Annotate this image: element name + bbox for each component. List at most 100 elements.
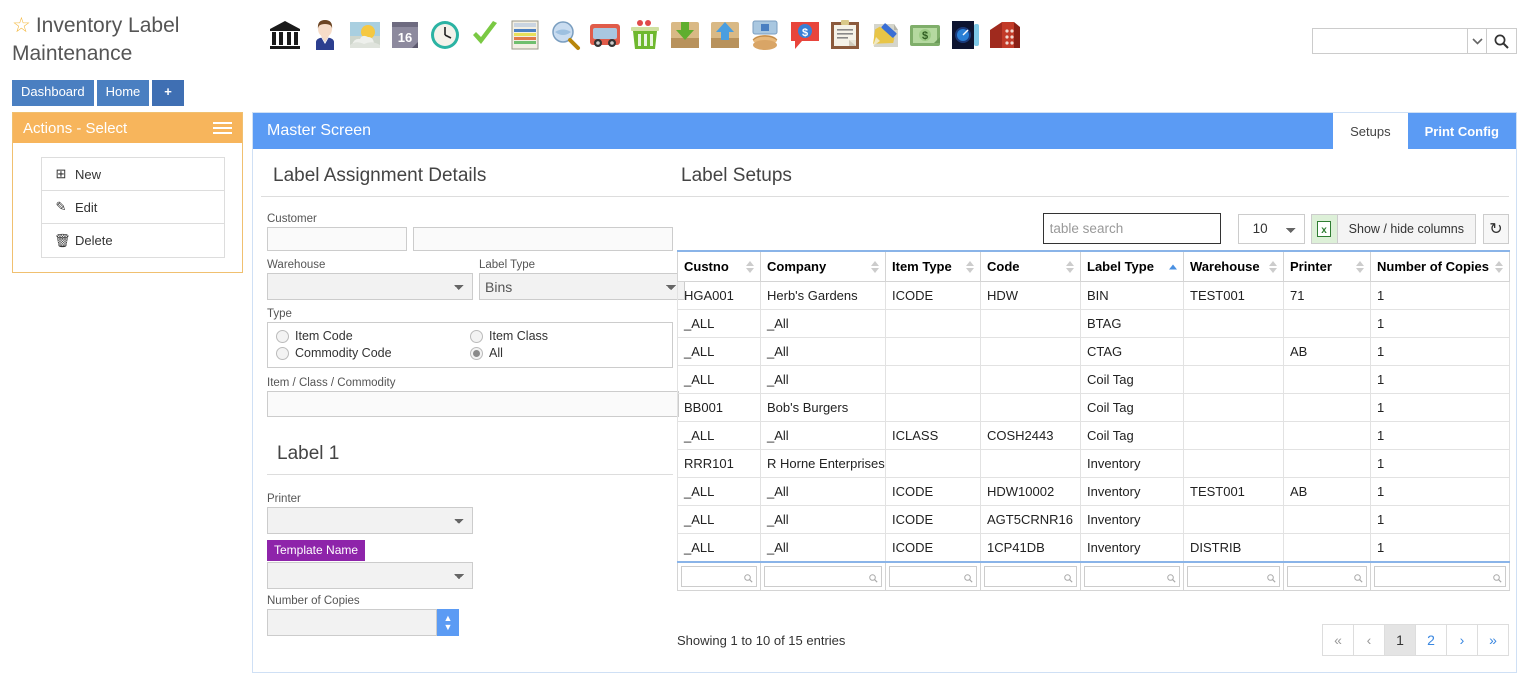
global-search xyxy=(1312,28,1517,54)
radio-item-code[interactable]: Item Code xyxy=(276,329,470,343)
filter-input-item-type[interactable] xyxy=(889,566,977,587)
col-header-custno[interactable]: Custno xyxy=(677,250,761,282)
show-hide-columns-button[interactable]: Show / hide columns xyxy=(1336,213,1476,244)
filter-input-custno[interactable] xyxy=(681,566,757,587)
checkmark-icon[interactable] xyxy=(468,18,502,52)
number-of-copies-input[interactable] xyxy=(267,609,437,636)
table-cell: BIN xyxy=(1080,281,1184,310)
sort-icon-custno xyxy=(746,260,754,273)
printer-select[interactable] xyxy=(267,507,473,534)
form-section-title: Label Assignment Details xyxy=(261,159,679,197)
type-radio-group: Item Code Item Class Commodity Code All xyxy=(267,322,673,368)
tab-print-config[interactable]: Print Config xyxy=(1407,113,1516,149)
col-header-label-type[interactable]: Label Type xyxy=(1080,250,1184,282)
nav-tab-dashboard[interactable]: Dashboard xyxy=(12,80,94,106)
warehouse-labeltype-row: Warehouse Label Type Bins xyxy=(267,259,685,300)
col-header-printer[interactable]: Printer xyxy=(1283,250,1371,282)
col-header-warehouse-label: Warehouse xyxy=(1190,259,1260,274)
basket-icon[interactable] xyxy=(628,18,662,52)
item-class-commodity-input[interactable] xyxy=(267,391,679,417)
inbox-down-icon[interactable] xyxy=(668,18,702,52)
bank-icon[interactable] xyxy=(268,18,302,52)
money-envelope-icon[interactable]: $ xyxy=(908,18,942,52)
col-header-item-type[interactable]: Item Type xyxy=(885,250,981,282)
table-row[interactable]: _ALL _All CTAG AB 1 xyxy=(677,337,1510,366)
customer-icon[interactable] xyxy=(308,18,342,52)
page-length-select[interactable]: 10 xyxy=(1237,213,1305,244)
action-new[interactable]: ⊞ New xyxy=(42,158,224,191)
filter-input-code[interactable] xyxy=(984,566,1077,587)
table-row[interactable]: _ALL _All ICLASS COSH2443 Coil Tag 1 xyxy=(677,421,1510,450)
chevron-down-icon[interactable] xyxy=(1467,28,1487,54)
customer-code-input[interactable] xyxy=(267,227,407,251)
page-title: ☆ Inventory Label Maintenance xyxy=(12,12,262,68)
number-of-copies-stepper: ▲ ▼ xyxy=(267,609,673,636)
table-search-input[interactable] xyxy=(1042,213,1221,244)
radio-commodity-code-label: Commodity Code xyxy=(295,346,392,360)
table-row[interactable]: HGA001 Herb's Gardens ICODE HDW BIN TEST001 71… xyxy=(677,281,1510,310)
dollar-chat-icon[interactable]: $ xyxy=(788,18,822,52)
table-row[interactable]: _ALL _All BTAG 1 xyxy=(677,309,1510,338)
weather-icon[interactable] xyxy=(348,18,382,52)
hamburger-icon[interactable] xyxy=(213,122,232,134)
filter-input-printer[interactable] xyxy=(1287,566,1367,587)
tab-setups[interactable]: Setups xyxy=(1333,113,1408,149)
filter-input-label-type[interactable] xyxy=(1084,566,1180,587)
col-header-number-of-copies[interactable]: Number of Copies xyxy=(1370,250,1510,282)
star-icon[interactable]: ☆ xyxy=(12,14,31,37)
search-globe-icon[interactable] xyxy=(548,18,582,52)
table-cell: CTAG xyxy=(1080,337,1184,366)
filter-input-number-of-copies[interactable] xyxy=(1374,566,1506,587)
calendar-icon[interactable]: 16 xyxy=(388,18,422,52)
table-row[interactable]: _ALL _All ICODE HDW10002 Inventory TEST001 AB 1 xyxy=(677,477,1510,506)
template-name-select[interactable] xyxy=(267,562,473,589)
table-row[interactable]: _ALL _All ICODE AGT5CRNR16 Inventory 1 xyxy=(677,505,1510,534)
col-header-code[interactable]: Code xyxy=(980,250,1081,282)
filter-input-warehouse[interactable] xyxy=(1187,566,1280,587)
table-row[interactable]: BB001 Bob's Burgers Coil Tag 1 xyxy=(677,393,1510,422)
number-of-copies-spinner[interactable]: ▲ ▼ xyxy=(437,609,459,636)
table-cell: _All xyxy=(760,309,886,338)
search-icon[interactable] xyxy=(1487,28,1517,54)
global-search-input[interactable] xyxy=(1312,28,1467,54)
next-page[interactable]: › xyxy=(1446,624,1478,656)
action-delete[interactable]: 🗑 Delete xyxy=(42,224,224,257)
table-cell xyxy=(980,309,1081,338)
first-page[interactable]: « xyxy=(1322,624,1354,656)
col-header-warehouse[interactable]: Warehouse xyxy=(1183,250,1284,282)
table-cell: _ALL xyxy=(677,477,761,506)
last-page[interactable]: » xyxy=(1477,624,1509,656)
table-cell: 1 xyxy=(1370,505,1510,534)
page-1[interactable]: 1 xyxy=(1384,624,1416,656)
pencil-note-icon[interactable] xyxy=(868,18,902,52)
warehouse-select[interactable] xyxy=(267,273,473,300)
refresh-icon[interactable]: ↻ xyxy=(1483,213,1509,244)
label-setups-table: Custno Company Item Type Code Label Type… xyxy=(677,250,1510,591)
radio-all[interactable]: All xyxy=(470,346,664,360)
payment-hands-icon[interactable] xyxy=(748,18,782,52)
table-row[interactable]: _ALL _All Coil Tag 1 xyxy=(677,365,1510,394)
prev-page[interactable]: ‹ xyxy=(1353,624,1385,656)
radio-commodity-code[interactable]: Commodity Code xyxy=(276,346,470,360)
table-cell: 1 xyxy=(1370,393,1510,422)
outbox-up-icon[interactable] xyxy=(708,18,742,52)
clipboard-icon[interactable] xyxy=(828,18,862,52)
table-row[interactable]: RRR101 R Horne Enterprises Inventory 1 xyxy=(677,449,1510,478)
page-2[interactable]: 2 xyxy=(1415,624,1447,656)
nav-tab-home[interactable]: Home xyxy=(96,80,150,106)
filter-input-company[interactable] xyxy=(764,566,882,587)
label-type-select[interactable]: Bins xyxy=(479,273,685,300)
table-row[interactable]: _ALL _All ICODE 1CP41DB Inventory DISTRIB 1 xyxy=(677,533,1510,563)
excel-export-icon[interactable]: x xyxy=(1310,213,1337,244)
nav-tab-add[interactable]: + xyxy=(152,80,184,106)
action-edit[interactable]: ✎ Edit xyxy=(42,191,224,224)
clock-icon[interactable] xyxy=(428,18,462,52)
ledger-icon[interactable] xyxy=(508,18,542,52)
col-header-company[interactable]: Company xyxy=(760,250,886,282)
gauge-book-icon[interactable] xyxy=(948,18,982,52)
customer-name-input[interactable] xyxy=(413,227,673,251)
truck-icon[interactable] xyxy=(588,18,622,52)
spinner-up-icon: ▲ xyxy=(443,613,453,623)
radio-item-class[interactable]: Item Class xyxy=(470,329,664,343)
warehouse-icon[interactable] xyxy=(988,18,1022,52)
